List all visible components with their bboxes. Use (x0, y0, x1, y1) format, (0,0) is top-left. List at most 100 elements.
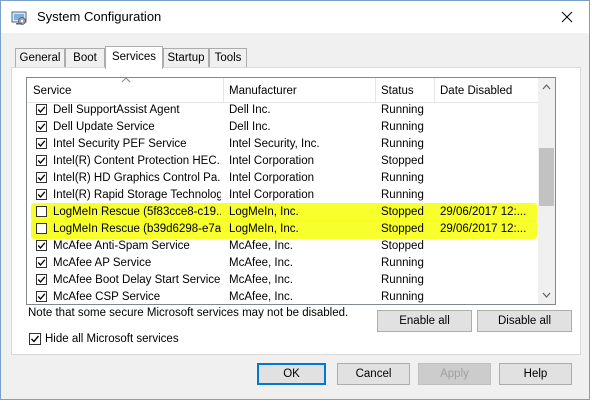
service-date-disabled (440, 170, 536, 187)
table-row[interactable]: McAfee Boot Delay Start Service McAfee, I… (27, 272, 539, 289)
close-button[interactable] (549, 3, 585, 31)
service-checkbox[interactable] (36, 240, 47, 251)
table-row[interactable]: Intel(R) HD Graphics Control Pa... Intel … (27, 170, 539, 187)
service-name: Intel Security PEF Service (53, 138, 187, 150)
column-header-manufacturer[interactable]: Manufacturer (223, 78, 375, 102)
service-checkbox[interactable] (36, 155, 47, 166)
checkmark-icon (37, 106, 46, 113)
table-row[interactable]: Dell SupportAssist Agent Dell Inc. Running (27, 102, 539, 119)
checkmark-icon (37, 174, 46, 181)
service-status: Running (381, 257, 424, 269)
table-row[interactable]: McAfee CSP Service McAfee, Inc. Running (27, 289, 539, 304)
tab-general[interactable]: General (15, 48, 65, 67)
service-manufacturer: Intel Corporation (229, 189, 315, 201)
close-icon (561, 11, 573, 23)
service-status: Stopped (381, 223, 424, 235)
scrollbar-thumb[interactable] (539, 148, 554, 206)
tab-startup[interactable]: Startup (163, 48, 209, 67)
services-list[interactable]: Service Manufacturer Status Date Disable… (26, 77, 556, 305)
service-checkbox[interactable] (36, 189, 47, 200)
service-name: Dell Update Service (53, 121, 155, 133)
tab-tools[interactable]: Tools (209, 48, 247, 67)
column-header-date-disabled[interactable]: Date Disabled (434, 78, 539, 102)
service-name: Intel(R) Content Protection HEC... (53, 155, 221, 167)
scroll-up-icon[interactable] (542, 84, 551, 90)
service-status: Stopped (381, 206, 424, 218)
checkmark-icon (37, 140, 46, 147)
service-date-disabled (440, 119, 536, 136)
service-manufacturer: McAfee, Inc. (229, 274, 293, 286)
service-manufacturer: Dell Inc. (229, 121, 271, 133)
service-checkbox[interactable] (36, 121, 47, 132)
checkmark-icon (37, 157, 46, 164)
service-name: McAfee CSP Service (53, 291, 161, 303)
column-header-service[interactable]: Service (27, 78, 223, 102)
ok-button[interactable]: OK (257, 363, 326, 385)
table-row[interactable]: Intel(R) Content Protection HEC... Intel … (27, 153, 539, 170)
service-checkbox[interactable] (36, 223, 47, 234)
table-row[interactable]: LogMeIn Rescue (b39d6298-e7a... LogMeIn, … (27, 221, 539, 238)
service-date-disabled (440, 255, 536, 272)
service-status: Running (381, 172, 424, 184)
table-row[interactable]: Dell Update Service Dell Inc. Running (27, 119, 539, 136)
service-name: McAfee Boot Delay Start Service (53, 274, 221, 286)
checkmark-icon (37, 242, 46, 249)
service-checkbox[interactable] (36, 138, 47, 149)
apply-button[interactable]: Apply (418, 363, 491, 385)
service-status: Running (381, 291, 424, 303)
service-status: Running (381, 138, 424, 150)
service-manufacturer: Intel Corporation (229, 155, 315, 167)
service-manufacturer: McAfee, Inc. (229, 291, 293, 303)
list-header: Service Manufacturer Status Date Disable… (27, 78, 539, 103)
service-date-disabled: 29/06/2017 12:... (440, 206, 527, 218)
service-checkbox[interactable] (36, 291, 47, 302)
table-row[interactable]: McAfee AP Service McAfee, Inc. Running (27, 255, 539, 272)
service-date-disabled: 29/06/2017 12:... (440, 223, 527, 235)
vertical-scrollbar[interactable] (538, 78, 555, 304)
scroll-down-icon[interactable] (542, 292, 551, 298)
service-checkbox[interactable] (36, 274, 47, 285)
cancel-button[interactable]: Cancel (337, 363, 410, 385)
service-name: LogMeIn Rescue (5f83cce8-c19... (53, 206, 221, 218)
service-checkbox[interactable] (36, 257, 47, 268)
checkmark-icon (37, 259, 46, 266)
service-manufacturer: Intel Security, Inc. (229, 138, 320, 150)
table-row[interactable]: Intel Security PEF Service Intel Security… (27, 136, 539, 153)
column-header-status[interactable]: Status (375, 78, 434, 102)
service-date-disabled (440, 238, 536, 255)
service-manufacturer: LogMeIn, Inc. (229, 223, 299, 235)
service-date-disabled (440, 272, 536, 289)
service-status: Running (381, 274, 424, 286)
title-bar[interactable]: System Configuration (1, 1, 589, 33)
table-row[interactable]: McAfee Anti-Spam Service McAfee, Inc. Stop… (27, 238, 539, 255)
service-status: Stopped (381, 240, 424, 252)
disable-all-button[interactable]: Disable all (477, 310, 572, 332)
hide-microsoft-services-checkbox[interactable] (29, 333, 41, 345)
service-status: Running (381, 104, 424, 116)
checkmark-icon (31, 335, 40, 343)
tab-boot[interactable]: Boot (65, 48, 105, 67)
service-checkbox[interactable] (36, 104, 47, 115)
service-name: McAfee AP Service (53, 257, 152, 269)
service-date-disabled (440, 289, 536, 304)
service-date-disabled (440, 187, 536, 204)
service-manufacturer: Intel Corporation (229, 172, 315, 184)
hide-microsoft-services-label: Hide all Microsoft services (45, 333, 179, 345)
checkmark-icon (37, 191, 46, 198)
tab-services[interactable]: Services (105, 46, 163, 69)
checkmark-icon (37, 293, 46, 300)
service-checkbox[interactable] (36, 172, 47, 183)
service-name: Intel(R) HD Graphics Control Pa... (53, 172, 221, 184)
service-manufacturer: McAfee, Inc. (229, 240, 293, 252)
table-row[interactable]: Intel(R) Rapid Storage Technology Intel C… (27, 187, 539, 204)
help-button[interactable]: Help (499, 363, 572, 385)
window-title: System Configuration (37, 9, 162, 24)
checkmark-icon (37, 123, 46, 130)
table-row[interactable]: LogMeIn Rescue (5f83cce8-c19... LogMeIn, … (27, 204, 539, 221)
service-checkbox[interactable] (36, 206, 47, 217)
service-manufacturer: LogMeIn, Inc. (229, 206, 299, 218)
service-manufacturer: Dell Inc. (229, 104, 271, 116)
system-config-icon (11, 11, 27, 25)
enable-all-button[interactable]: Enable all (377, 310, 472, 332)
service-date-disabled (440, 102, 536, 119)
